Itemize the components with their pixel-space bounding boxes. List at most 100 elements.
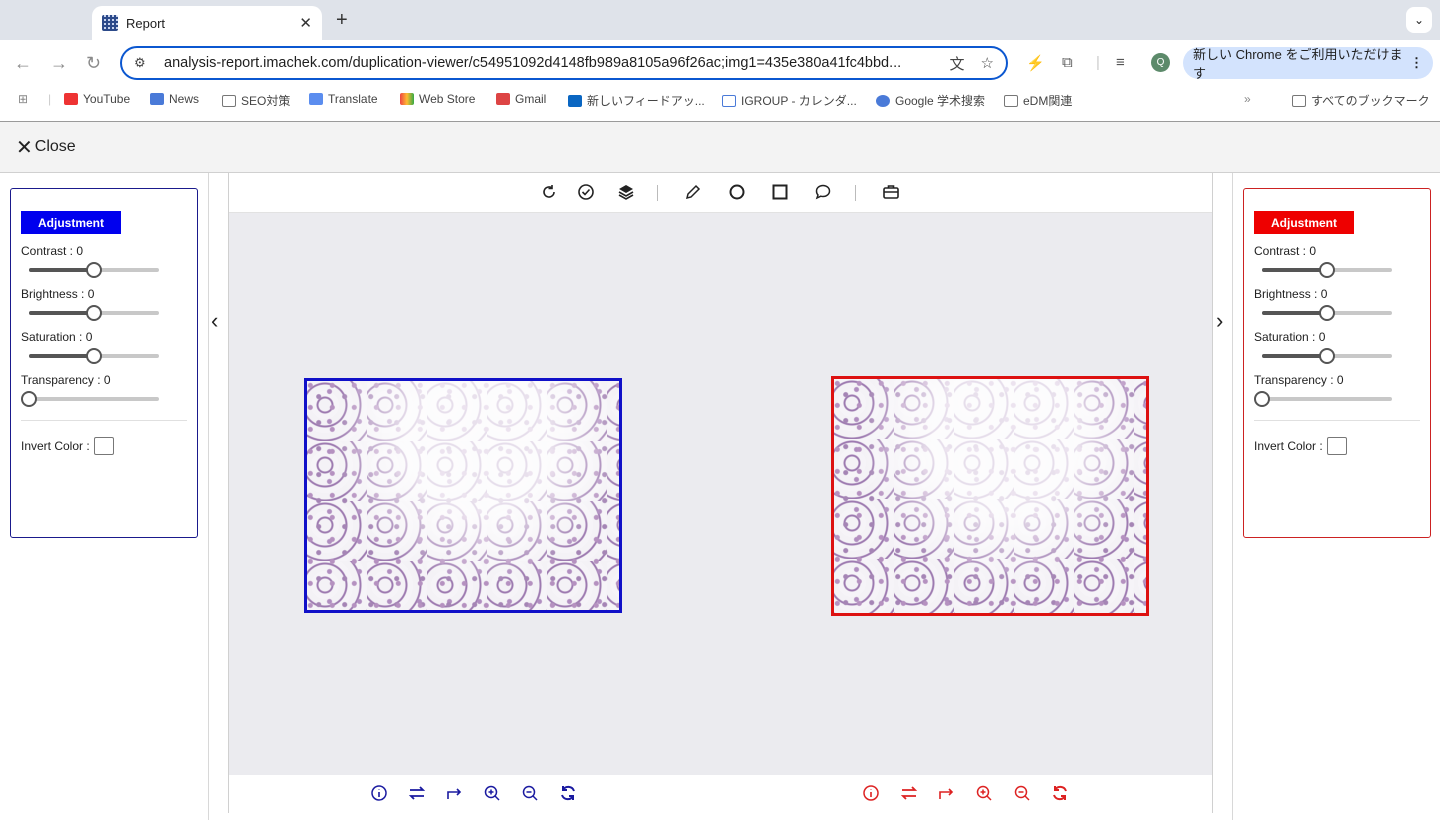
tab-strip: Report ✕ + ⌄ xyxy=(0,0,1440,40)
invert-color-label: Invert Color : xyxy=(21,439,90,453)
brightness-label: Brightness : 0 xyxy=(1254,287,1328,301)
chrome-update-label: 新しい Chrome をご利用いただけます xyxy=(1193,47,1403,81)
bookmark-webstore[interactable]: Web Store xyxy=(400,92,475,106)
transparency-slider[interactable] xyxy=(21,388,159,416)
back-icon[interactable]: ← xyxy=(14,53,32,74)
brightness-slider[interactable] xyxy=(1262,302,1392,330)
all-bookmarks[interactable]: すべてのブックマーク xyxy=(1292,92,1430,109)
right-refresh-icon[interactable] xyxy=(1050,783,1070,803)
bookmark-translate[interactable]: Translate xyxy=(309,92,378,106)
extensions-puzzle-icon[interactable]: ⧉ xyxy=(1062,54,1073,71)
right-redo-arrow-icon[interactable] xyxy=(936,783,956,803)
tab-search-button[interactable]: ⌄ xyxy=(1406,7,1432,33)
slider-thumb[interactable] xyxy=(1254,391,1270,407)
right-info-icon[interactable] xyxy=(861,783,881,803)
news-icon xyxy=(150,93,164,105)
left-adjustment-panel: Adjustment Contrast : 0 Brightness : 0 S… xyxy=(10,188,198,538)
brightness-slider[interactable] xyxy=(29,302,159,330)
media-controls-icon[interactable]: ≡ xyxy=(1116,54,1125,71)
close-button[interactable]: Close xyxy=(35,138,76,156)
site-info-icon[interactable]: ⚙ xyxy=(134,55,152,71)
bookmark-gmail[interactable]: Gmail xyxy=(496,92,546,106)
rotate-icon[interactable] xyxy=(538,181,560,203)
profile-avatar[interactable]: Q xyxy=(1151,53,1170,72)
bookmark-edm[interactable]: eDM関連 xyxy=(1004,92,1072,109)
slider-thumb[interactable] xyxy=(1319,262,1335,278)
bookmark-label: IGROUP - カレンダ... xyxy=(741,94,857,108)
reload-icon[interactable]: ↻ xyxy=(86,53,101,74)
right-zoom-out-icon[interactable] xyxy=(1012,783,1032,803)
right-swap-icon[interactable] xyxy=(899,783,919,803)
layers-icon[interactable] xyxy=(615,181,637,203)
left-info-icon[interactable] xyxy=(369,783,389,803)
more-bookmarks-icon[interactable]: » xyxy=(1244,92,1251,106)
transparency-label: Transparency : 0 xyxy=(1254,373,1344,387)
contrast-label: Contrast : 0 xyxy=(1254,244,1317,258)
slider-thumb[interactable] xyxy=(86,305,102,321)
left-zoom-in-icon[interactable] xyxy=(482,783,502,803)
close-bar: ✕ Close xyxy=(0,121,1440,173)
close-tab-icon[interactable]: ✕ xyxy=(299,14,312,32)
address-bar[interactable]: ⚙ analysis-report.imachek.com/duplicatio… xyxy=(120,46,1008,80)
toolbar-separator xyxy=(657,185,658,201)
slider-thumb[interactable] xyxy=(21,391,37,407)
url-text[interactable]: analysis-report.imachek.com/duplication-… xyxy=(164,55,934,71)
extension-icon[interactable]: ⚡ xyxy=(1026,54,1045,72)
saturation-slider[interactable] xyxy=(29,345,159,373)
top-toolbar xyxy=(229,173,1212,213)
right-zoom-in-icon[interactable] xyxy=(974,783,994,803)
bookmark-calendar[interactable]: IGROUP - カレンダ... xyxy=(722,92,857,109)
next-chevron-icon[interactable]: › xyxy=(1216,308,1223,334)
bookmark-label: 新しいフィードアッ... xyxy=(587,94,705,108)
invert-color-row: Invert Color : xyxy=(1254,437,1420,455)
transparency-slider[interactable] xyxy=(1254,388,1392,416)
bookmark-youtube[interactable]: YouTube xyxy=(64,92,130,106)
translate-icon[interactable]: 文 xyxy=(950,53,965,74)
check-circle-icon[interactable] xyxy=(575,181,597,203)
left-adjustment-button[interactable]: Adjustment xyxy=(21,211,121,234)
contrast-slider[interactable] xyxy=(1262,259,1392,287)
invert-color-checkbox[interactable] xyxy=(1326,437,1347,455)
slider-thumb[interactable] xyxy=(86,262,102,278)
bookmark-news[interactable]: News xyxy=(150,92,199,106)
comment-icon[interactable] xyxy=(812,181,834,203)
panel-divider xyxy=(21,420,187,421)
left-image[interactable] xyxy=(304,378,622,613)
right-adjustment-button[interactable]: Adjustment xyxy=(1254,211,1354,234)
right-image[interactable] xyxy=(831,376,1149,616)
square-icon[interactable] xyxy=(769,181,791,203)
circle-icon[interactable] xyxy=(726,181,748,203)
contrast-slider[interactable] xyxy=(29,259,159,287)
bookmark-linkedin[interactable]: 新しいフィードアッ... xyxy=(568,92,705,109)
slider-thumb[interactable] xyxy=(1319,348,1335,364)
contrast-label: Contrast : 0 xyxy=(21,244,84,258)
pencil-icon[interactable] xyxy=(682,181,704,203)
bookmark-scholar[interactable]: Google 学术搜索 xyxy=(876,92,985,109)
left-zoom-out-icon[interactable] xyxy=(520,783,540,803)
left-refresh-icon[interactable] xyxy=(558,783,578,803)
bottom-toolbar xyxy=(229,775,1212,813)
previous-chevron-icon[interactable]: ‹ xyxy=(211,308,218,334)
left-redo-arrow-icon[interactable] xyxy=(444,783,464,803)
slider-thumb[interactable] xyxy=(86,348,102,364)
new-tab-button[interactable]: + xyxy=(336,9,348,32)
forward-icon[interactable]: → xyxy=(50,53,68,74)
briefcase-icon[interactable] xyxy=(880,181,902,203)
chrome-update-button[interactable]: 新しい Chrome をご利用いただけます ⋮ xyxy=(1183,47,1433,81)
browser-tab[interactable]: Report ✕ xyxy=(92,6,322,40)
bookmark-label: Web Store xyxy=(419,92,476,106)
bookmark-label: SEO対策 xyxy=(241,94,291,108)
comparison-canvas[interactable] xyxy=(229,213,1212,775)
bookmark-star-icon[interactable]: ☆ xyxy=(981,54,994,72)
close-icon[interactable]: ✕ xyxy=(16,135,33,160)
apps-grid-icon[interactable]: ⊞ xyxy=(18,92,28,106)
saturation-slider[interactable] xyxy=(1262,345,1392,373)
invert-color-checkbox[interactable] xyxy=(93,437,114,455)
slider-thumb[interactable] xyxy=(1319,305,1335,321)
bookmark-seo[interactable]: SEO対策 xyxy=(222,92,290,109)
menu-dots-icon[interactable]: ⋮ xyxy=(1410,55,1423,71)
brightness-label: Brightness : 0 xyxy=(21,287,95,301)
right-sidebar: Adjustment Contrast : 0 Brightness : 0 S… xyxy=(1232,173,1440,820)
left-swap-icon[interactable] xyxy=(407,783,427,803)
folder-icon xyxy=(1004,94,1018,107)
